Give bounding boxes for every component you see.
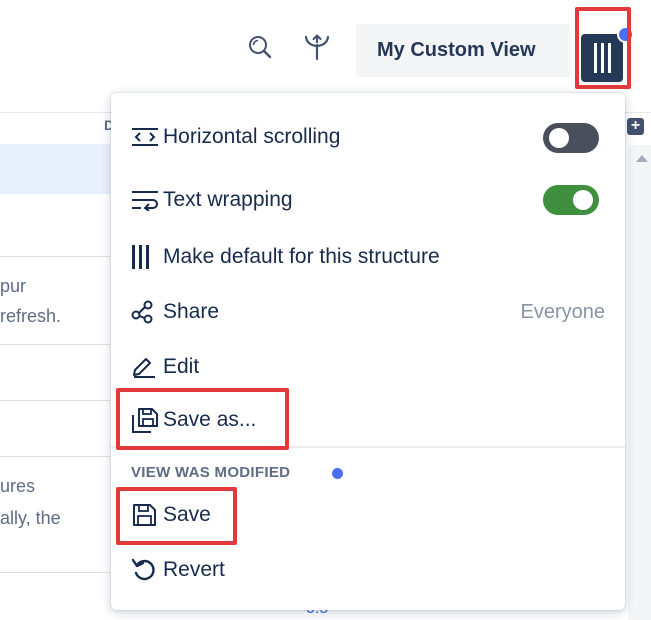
menu-item-text-wrapping[interactable]: Text wrapping xyxy=(131,180,293,220)
menu-item-save-as[interactable]: Save as... xyxy=(131,400,256,440)
pencil-icon xyxy=(131,353,163,381)
view-settings-menu: Horizontal scrolling Text wrapping Make … xyxy=(111,93,625,610)
menu-item-save[interactable]: Save xyxy=(131,495,211,535)
search-icon[interactable] xyxy=(246,33,274,61)
vertical-scrollbar[interactable] xyxy=(628,145,651,620)
scroll-up-arrow-icon[interactable] xyxy=(636,155,648,162)
text-wrap-icon xyxy=(131,186,163,214)
menu-item-make-default[interactable]: Make default for this structure xyxy=(131,237,440,277)
modified-indicator-dot xyxy=(332,468,343,479)
table-cell-text: ures xyxy=(0,476,36,496)
add-column-button[interactable]: + xyxy=(627,118,644,135)
menu-item-label: Make default for this structure xyxy=(163,245,440,268)
share-scope-value: Everyone xyxy=(520,301,606,323)
table-cell-text: ally, the xyxy=(0,508,61,528)
menu-item-edit[interactable]: Edit xyxy=(131,347,199,387)
modified-indicator-dot xyxy=(617,26,634,43)
menu-item-horizontal-scrolling[interactable]: Horizontal scrolling xyxy=(131,117,340,157)
menu-item-share[interactable]: Share xyxy=(131,292,219,332)
save-icon xyxy=(131,501,163,529)
menu-item-label: Revert xyxy=(163,558,225,581)
revert-icon xyxy=(131,556,163,584)
view-selector-button[interactable]: My Custom View xyxy=(356,24,571,77)
columns-icon xyxy=(131,243,163,271)
menu-item-label: Save as... xyxy=(163,408,257,431)
columns-icon xyxy=(594,43,597,73)
row-divider xyxy=(0,344,110,345)
selected-table-row[interactable] xyxy=(0,144,110,194)
view-settings-button[interactable] xyxy=(581,26,634,82)
text-wrapping-toggle[interactable] xyxy=(543,185,599,215)
menu-item-label: Share xyxy=(163,300,220,323)
table-cell-text: refresh. xyxy=(0,306,62,326)
menu-item-label: Edit xyxy=(163,355,200,378)
row-divider xyxy=(0,456,110,457)
row-divider xyxy=(0,572,110,573)
table-cell-text: pur xyxy=(0,276,27,296)
row-divider xyxy=(0,256,110,257)
menu-item-label: Save xyxy=(163,503,211,526)
row-divider xyxy=(0,400,110,401)
menu-item-label: Horizontal scrolling xyxy=(163,125,341,148)
horizontal-scrolling-toggle[interactable] xyxy=(543,123,599,153)
menu-item-label: Text wrapping xyxy=(163,188,293,211)
share-icon xyxy=(131,298,163,326)
fork-icon[interactable] xyxy=(303,33,331,61)
section-heading-modified: VIEW WAS MODIFIED xyxy=(131,464,291,481)
menu-item-revert[interactable]: Revert xyxy=(131,550,225,590)
menu-divider xyxy=(111,446,625,448)
horizontal-scroll-icon xyxy=(131,123,163,151)
save-as-icon xyxy=(131,406,163,434)
